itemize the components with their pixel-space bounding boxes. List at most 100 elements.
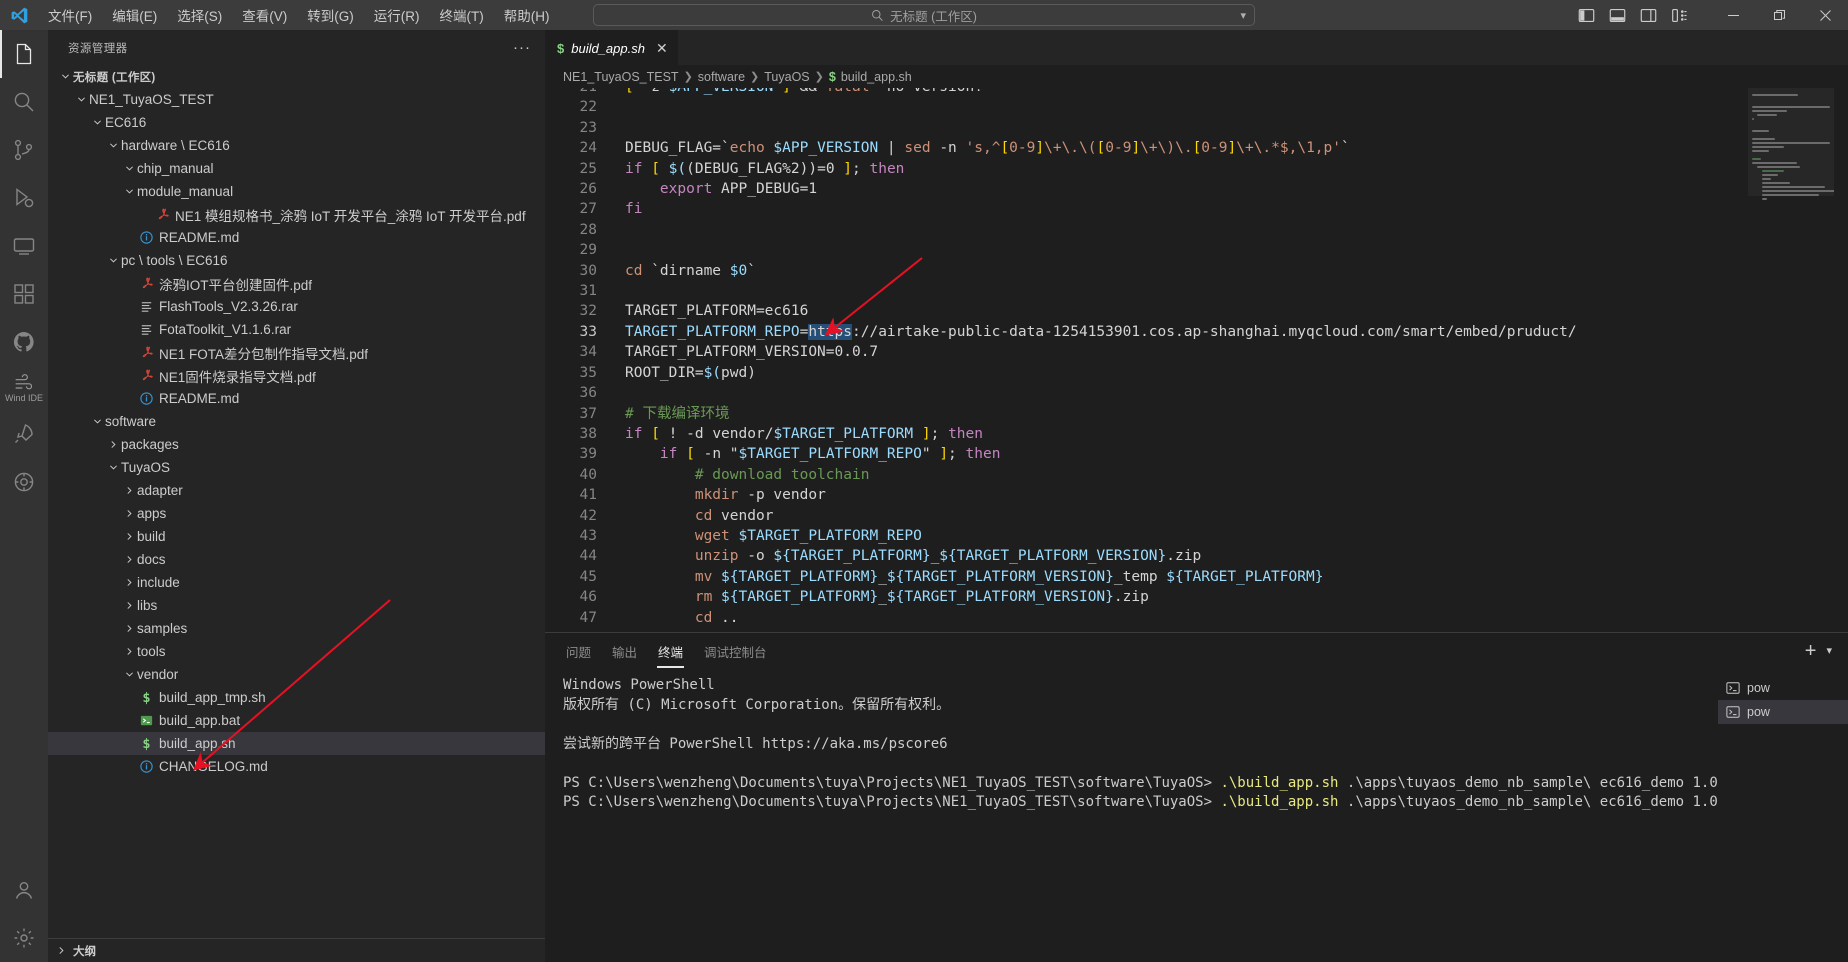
tree-file-row[interactable]: build_app.bat	[48, 709, 545, 732]
menu-item-file[interactable]: 文件(F)	[38, 2, 102, 28]
chevron-down-icon[interactable]	[74, 94, 89, 105]
chevron-down-icon[interactable]	[122, 186, 137, 197]
menu-item-selection[interactable]: 选择(S)	[167, 2, 232, 28]
panel-tab-2[interactable]: 终端	[657, 634, 684, 668]
chevron-down-icon[interactable]	[122, 669, 137, 680]
chevron-right-icon[interactable]	[122, 646, 137, 657]
tree-file-row[interactable]: NE1 模组规格书_涂鸦 IoT 开发平台_涂鸦 IoT 开发平台.pdf	[48, 203, 545, 226]
tree-folder-row[interactable]: build	[48, 525, 545, 548]
sidebar-item-search[interactable]	[0, 78, 48, 126]
chevron-right-icon[interactable]	[122, 485, 137, 496]
tree-file-row[interactable]: CHANGELOG.md	[48, 755, 545, 778]
tree-folder-row[interactable]: libs	[48, 594, 545, 617]
breadcrumb-item-0[interactable]: NE1_TuyaOS_TEST	[563, 70, 679, 84]
sidebar-item-extensions[interactable]	[0, 270, 48, 318]
terminal-list-item[interactable]: pow	[1718, 676, 1848, 700]
chevron-down-icon[interactable]	[90, 117, 105, 128]
chevron-down-icon[interactable]: ▾	[1240, 9, 1246, 22]
sidebar-item-rocket[interactable]	[0, 410, 48, 458]
sidebar-item-explorer[interactable]	[0, 30, 48, 78]
plus-icon[interactable]: +	[1805, 641, 1817, 661]
minimize-icon[interactable]	[1710, 0, 1756, 30]
sidebar-item-source-control[interactable]	[0, 126, 48, 174]
toggle-primary-sidebar-icon[interactable]	[1578, 7, 1595, 24]
terminal-list[interactable]: powpow	[1718, 668, 1848, 962]
sidebar-item-github[interactable]	[0, 318, 48, 366]
panel-actions[interactable]: + ▾	[1805, 641, 1848, 661]
panel-tab-0[interactable]: 问题	[565, 634, 592, 668]
customize-layout-icon[interactable]	[1671, 7, 1688, 24]
chevron-right-icon[interactable]	[122, 531, 137, 542]
editor-tab-bar[interactable]: $ build_app.sh ✕	[545, 30, 1848, 65]
tree-file-row[interactable]: FlashTools_V2.3.26.rar	[48, 295, 545, 318]
tree-folder-row[interactable]: hardware \ EC616	[48, 134, 545, 157]
chevron-right-icon[interactable]	[122, 577, 137, 588]
tree-folder-row[interactable]: pc \ tools \ EC616	[48, 249, 545, 272]
accounts-button[interactable]	[0, 866, 48, 914]
tree-folder-row[interactable]: NE1_TuyaOS_TEST	[48, 88, 545, 111]
menu-item-go[interactable]: 转到(G)	[297, 2, 364, 28]
menu-bar[interactable]: 文件(F) 编辑(E) 选择(S) 查看(V) 转到(G) 运行(R) 终端(T…	[38, 2, 560, 28]
panel-tab-1[interactable]: 输出	[611, 634, 638, 668]
code-text[interactable]: 21[ -z $APP_VERSION ] && fatal "no versi…	[545, 88, 1577, 628]
breadcrumb-item-3[interactable]: build_app.sh	[841, 70, 912, 84]
tree-file-row[interactable]: README.md	[48, 226, 545, 249]
tree-folder-row[interactable]: software	[48, 410, 545, 433]
editor-scrollbar[interactable]	[1834, 88, 1848, 632]
close-icon[interactable]: ✕	[656, 40, 668, 57]
settings-button[interactable]	[0, 914, 48, 962]
restore-icon[interactable]	[1756, 0, 1802, 30]
menu-item-run[interactable]: 运行(R)	[364, 2, 430, 28]
tree-folder-row[interactable]: include	[48, 571, 545, 594]
code-editor[interactable]: 21[ -z $APP_VERSION ] && fatal "no versi…	[545, 88, 1848, 632]
quick-open-input[interactable]: 无标题 (工作区) ▾	[593, 4, 1255, 26]
tree-folder-row[interactable]: EC616	[48, 111, 545, 134]
chevron-right-icon[interactable]	[106, 439, 121, 450]
tree-file-row[interactable]: $build_app.sh	[48, 732, 545, 755]
menu-item-help[interactable]: 帮助(H)	[494, 2, 560, 28]
chevron-right-icon[interactable]	[122, 508, 137, 519]
toggle-secondary-sidebar-icon[interactable]	[1640, 7, 1657, 24]
close-icon[interactable]	[1802, 0, 1848, 30]
chevron-down-icon[interactable]	[58, 71, 73, 82]
tree-file-row[interactable]: NE1固件烧录指导文档.pdf	[48, 364, 545, 387]
outline-section-header[interactable]: 大纲	[48, 938, 545, 962]
tree-folder-row[interactable]: samples	[48, 617, 545, 640]
chevron-down-icon[interactable]	[122, 163, 137, 174]
tab-build-app-sh[interactable]: $ build_app.sh ✕	[545, 30, 679, 65]
activity-bar[interactable]: Wind IDE	[0, 30, 48, 962]
menu-item-view[interactable]: 查看(V)	[232, 2, 297, 28]
minimap[interactable]	[1748, 88, 1834, 632]
tree-file-row[interactable]: NE1 FOTA差分包制作指导文档.pdf	[48, 341, 545, 364]
sidebar-item-run-and-debug[interactable]	[0, 174, 48, 222]
breadcrumb-item-1[interactable]: software	[698, 70, 745, 84]
terminal-output[interactable]: Windows PowerShell 版权所有 (C) Microsoft Co…	[545, 668, 1718, 962]
tree-folder-row[interactable]: module_manual	[48, 180, 545, 203]
breadcrumb[interactable]: NE1_TuyaOS_TEST ❯ software ❯ TuyaOS ❯ $ …	[545, 65, 1848, 88]
tree-file-row[interactable]: README.md	[48, 387, 545, 410]
chevron-down-icon[interactable]	[90, 416, 105, 427]
chevron-down-icon[interactable]	[106, 140, 121, 151]
tree-file-row[interactable]: 涂鸦IOT平台创建固件.pdf	[48, 272, 545, 295]
sidebar-item-tuya[interactable]	[0, 458, 48, 506]
more-actions-icon[interactable]: ···	[513, 39, 531, 56]
chevron-down-icon[interactable]: ▾	[1826, 644, 1832, 657]
chevron-down-icon[interactable]	[106, 462, 121, 473]
code-viewport[interactable]: 21[ -z $APP_VERSION ] && fatal "no versi…	[545, 88, 1748, 632]
panel-tab-bar[interactable]: 问题输出终端调试控制台	[565, 634, 768, 668]
tree-folder-row[interactable]: packages	[48, 433, 545, 456]
chevron-right-icon[interactable]	[122, 554, 137, 565]
tree-folder-row[interactable]: adapter	[48, 479, 545, 502]
file-tree[interactable]: 无标题 (工作区)NE1_TuyaOS_TESTEC616hardware \ …	[48, 65, 545, 938]
tree-folder-row[interactable]: tools	[48, 640, 545, 663]
tree-folder-row[interactable]: 无标题 (工作区)	[48, 65, 545, 88]
sidebar-item-remote-explorer[interactable]	[0, 222, 48, 270]
chevron-right-icon[interactable]	[122, 623, 137, 634]
tree-file-row[interactable]: $build_app_tmp.sh	[48, 686, 545, 709]
tree-folder-row[interactable]: TuyaOS	[48, 456, 545, 479]
tree-folder-row[interactable]: vendor	[48, 663, 545, 686]
sidebar-item-wind-ide[interactable]: Wind IDE	[0, 366, 48, 410]
panel-tab-3[interactable]: 调试控制台	[703, 634, 768, 668]
tree-folder-row[interactable]: docs	[48, 548, 545, 571]
terminal-list-item[interactable]: pow	[1718, 700, 1848, 724]
